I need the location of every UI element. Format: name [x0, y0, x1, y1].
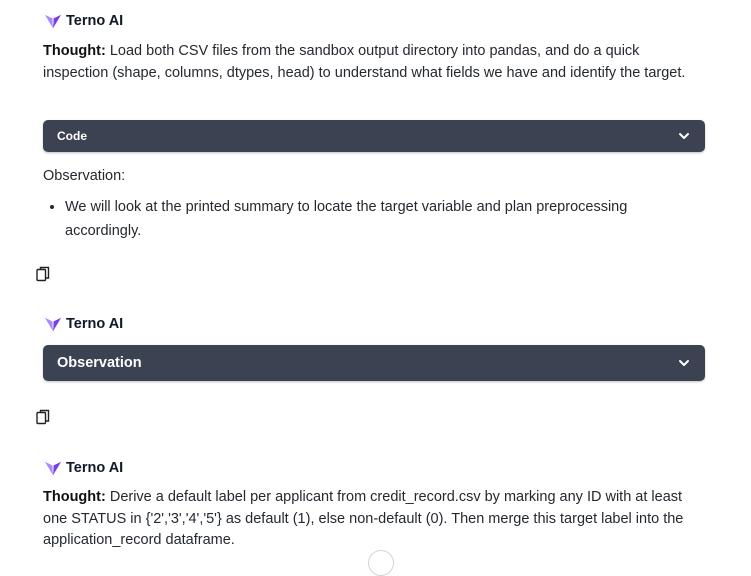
message-header: Terno AI: [44, 12, 123, 30]
message-header: Terno AI: [44, 459, 123, 477]
message-header: Terno AI: [44, 315, 123, 333]
copy-icon[interactable]: [36, 266, 50, 282]
thought-text: Thought: Derive a default label per appl…: [43, 487, 703, 552]
chevron-down-icon[interactable]: [677, 129, 691, 143]
code-toggle[interactable]: Code: [43, 120, 705, 152]
copy-icon[interactable]: [36, 409, 50, 425]
thought-text: Thought: Load both CSV files from the sa…: [43, 41, 703, 84]
thought-label: Thought:: [43, 43, 106, 59]
thought-body: Derive a default label per applicant fro…: [43, 489, 684, 548]
terno-logo-icon: [44, 14, 62, 29]
list-item: We will look at the printed summary to l…: [65, 195, 693, 243]
terno-logo-icon: [44, 317, 62, 332]
observation-list: We will look at the printed summary to l…: [43, 195, 693, 243]
code-label: Code: [57, 129, 87, 143]
chevron-down-icon[interactable]: [677, 356, 691, 370]
observation-label: Observation:: [43, 168, 126, 184]
terno-logo-icon: [44, 461, 62, 476]
thought-label: Thought:: [43, 489, 106, 505]
author-name: Terno AI: [66, 13, 124, 29]
thought-body: Load both CSV files from the sandbox out…: [43, 43, 686, 81]
observation-toggle[interactable]: Observation: [43, 345, 705, 381]
author-name: Terno AI: [66, 316, 124, 332]
observation-panel-label: Observation: [57, 355, 142, 371]
author-name: Terno AI: [66, 460, 124, 476]
scroll-to-bottom-button[interactable]: [368, 550, 394, 576]
